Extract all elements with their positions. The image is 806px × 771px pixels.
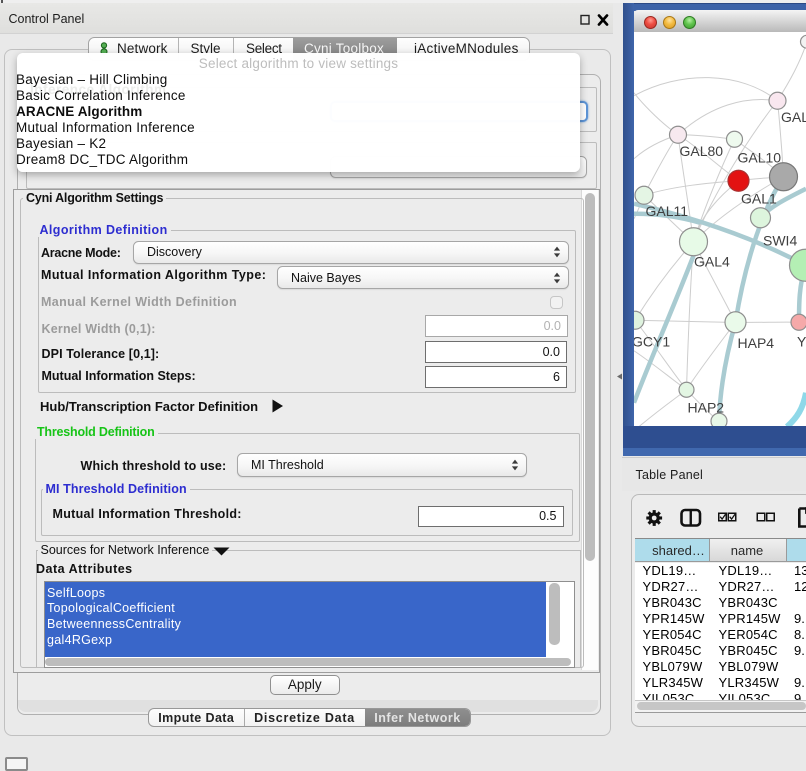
svg-text:GAL11: GAL11 — [646, 202, 689, 218]
svg-text:GAL80: GAL80 — [680, 142, 724, 158]
svg-text:HAP2: HAP2 — [688, 399, 725, 415]
svg-text:GAL10: GAL10 — [738, 149, 782, 165]
svg-text:GAL4: GAL4 — [694, 253, 730, 269]
svg-text:GAL1: GAL1 — [741, 190, 777, 206]
svg-text:Y: Y — [797, 333, 806, 349]
svg-text:HAP4: HAP4 — [738, 334, 775, 350]
svg-text:SWI4: SWI4 — [763, 232, 797, 248]
svg-text:GAL: GAL — [781, 108, 806, 124]
svg-text:GCY1: GCY1 — [634, 333, 670, 349]
